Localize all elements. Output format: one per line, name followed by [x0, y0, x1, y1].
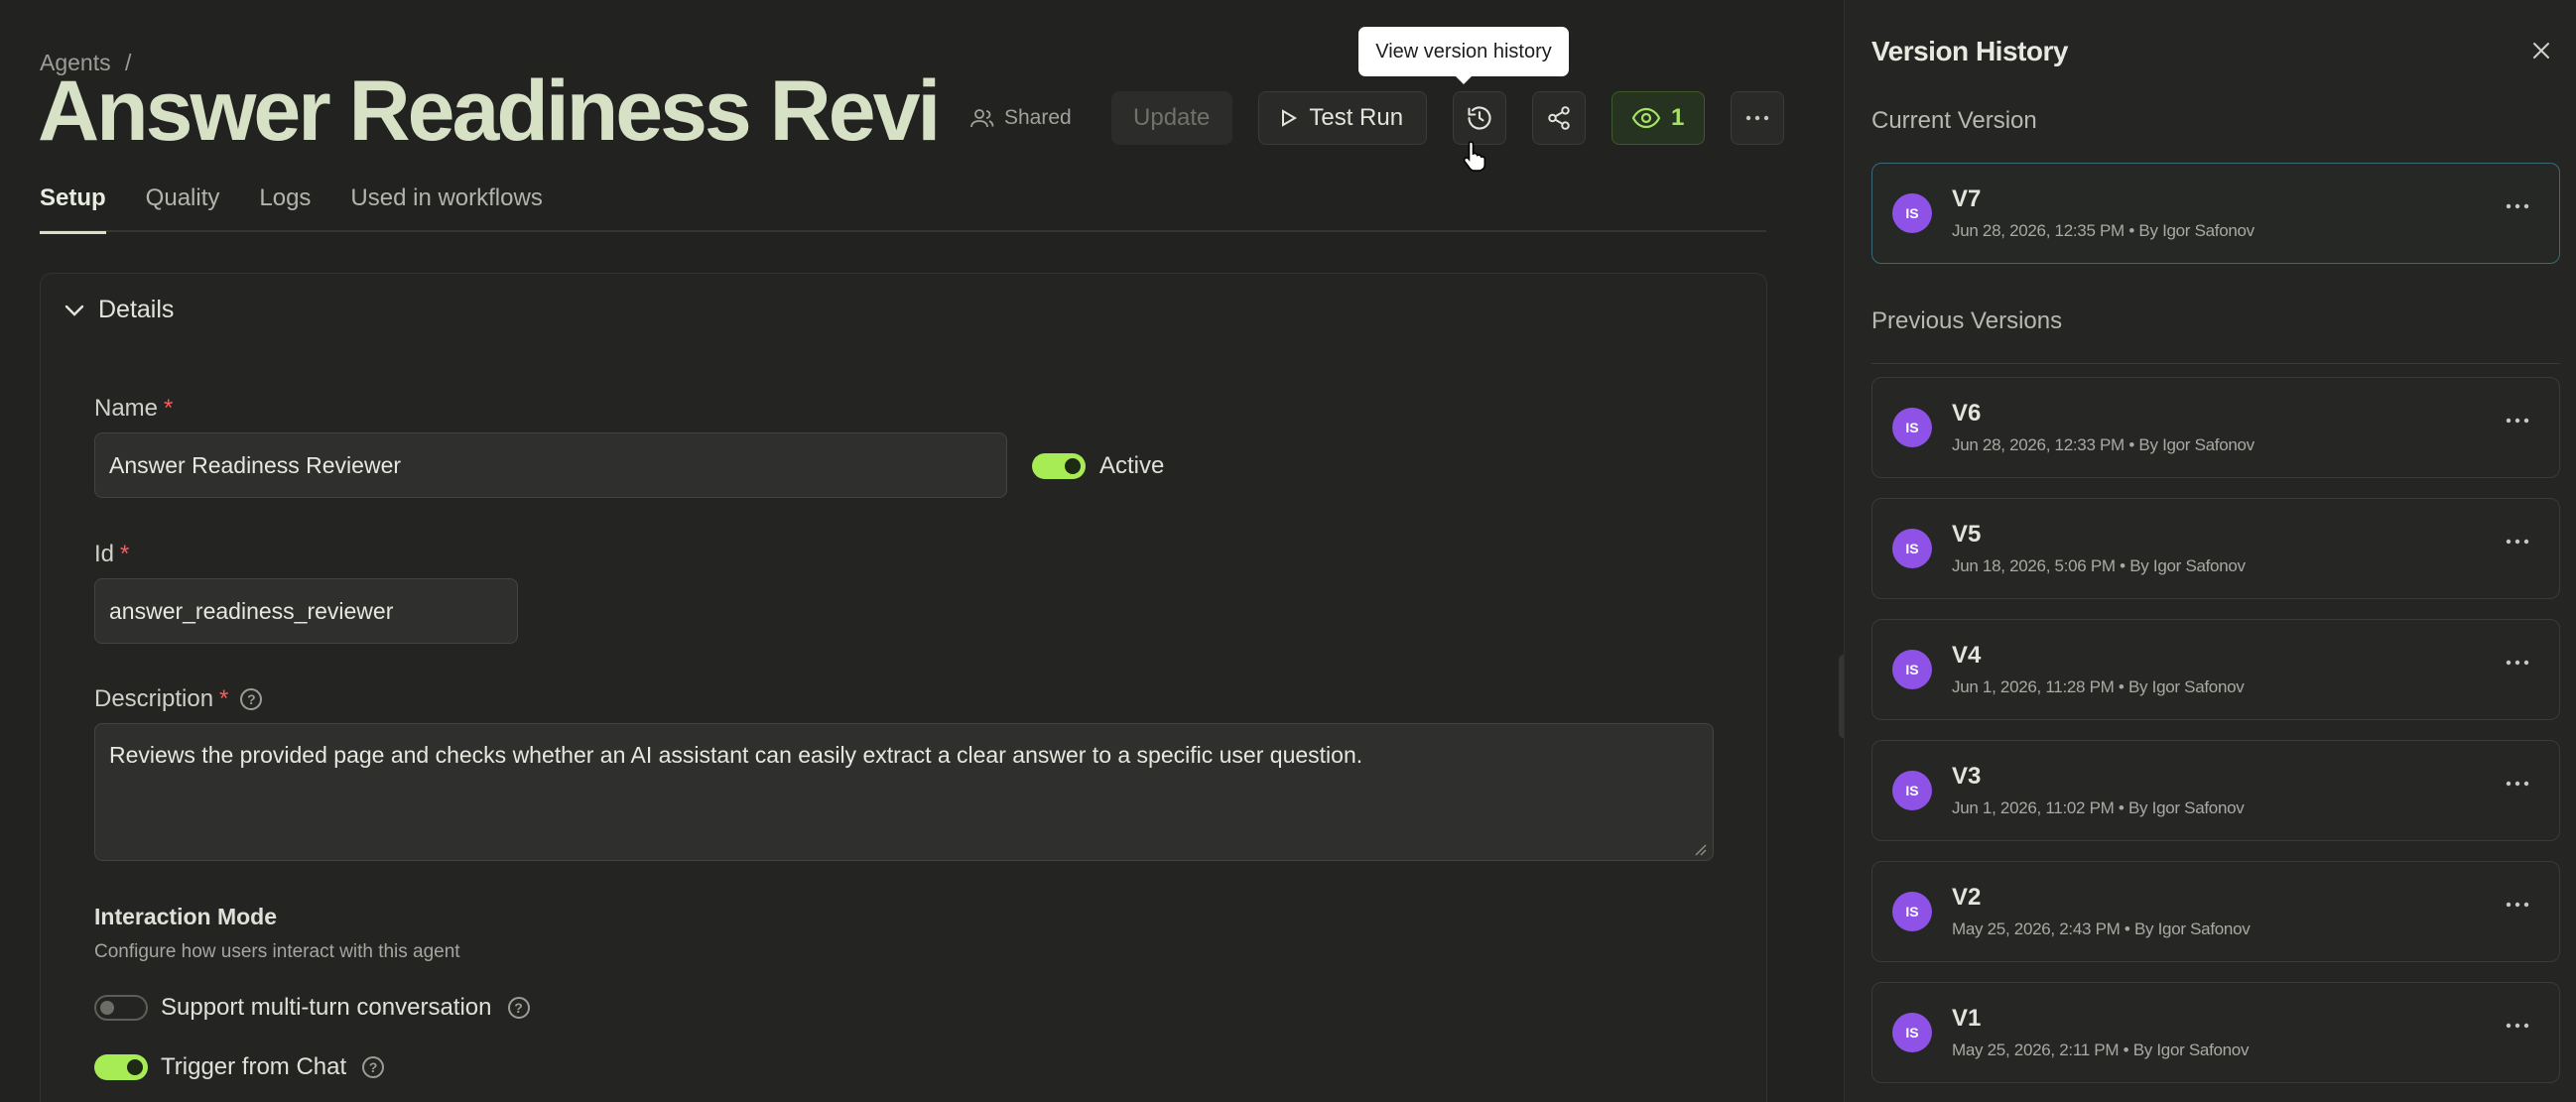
more-horizontal-icon[interactable] [2506, 660, 2529, 666]
description-help-icon[interactable]: ? [240, 688, 263, 710]
details-toggle[interactable]: Details [64, 296, 174, 324]
tab-bar: Setup Quality Logs Used in workflows [40, 169, 1766, 234]
avatar: IS [1892, 892, 1932, 931]
version-name: V5 [1952, 521, 1982, 548]
current-version-heading: Current Version [1871, 107, 2037, 134]
more-horizontal-icon[interactable] [2506, 781, 2529, 787]
tab-setup[interactable]: Setup [40, 169, 106, 234]
version-card[interactable]: IS V2 May 25, 2026, 2:43 PM • By Igor Sa… [1871, 861, 2560, 962]
version-name: V3 [1952, 763, 1982, 790]
avatar: IS [1892, 650, 1932, 689]
name-input[interactable]: Answer Readiness Reviewer [94, 432, 1007, 498]
description-label-text: Description [94, 685, 214, 712]
shared-label: Shared [1004, 106, 1072, 129]
version-meta: May 25, 2026, 2:11 PM • By Igor Safonov [1952, 1041, 2250, 1059]
id-label: Id * [94, 541, 129, 568]
multi-turn-toggle[interactable] [94, 995, 148, 1021]
name-label-text: Name [94, 395, 159, 422]
page-title: Answer Readiness Revi... [38, 63, 936, 159]
version-history-panel: Version History Current Version IS V7 Ju… [1844, 0, 2576, 1102]
main-area: Agents / Answer Readiness Revi... Shared… [0, 0, 1844, 1102]
header-toolbar: Shared Update Test Run 1 [970, 91, 1784, 145]
avatar: IS [1892, 193, 1932, 233]
tab-logs[interactable]: Logs [259, 169, 311, 232]
eye-icon [1631, 107, 1661, 129]
close-icon[interactable] [2531, 41, 2551, 61]
more-horizontal-icon [1745, 115, 1768, 121]
details-heading: Details [98, 296, 175, 323]
previous-versions-heading: Previous Versions [1871, 307, 2063, 334]
update-button[interactable]: Update [1110, 91, 1232, 145]
share-button[interactable] [1531, 91, 1586, 145]
users-icon [970, 109, 994, 128]
name-label: Name * [94, 395, 173, 423]
panel-title: Version History [1871, 36, 2068, 66]
version-meta: Jun 1, 2026, 11:28 PM • By Igor Safonov [1952, 677, 2245, 696]
version-card[interactable]: IS V4 Jun 1, 2026, 11:28 PM • By Igor Sa… [1871, 619, 2560, 720]
shared-indicator[interactable]: Shared [970, 106, 1072, 130]
version-name: V2 [1952, 884, 1982, 911]
active-toggle[interactable] [1032, 453, 1086, 479]
trigger-chat-row: Trigger from Chat ? [161, 1053, 385, 1081]
description-textarea[interactable]: Reviews the provided page and checks whe… [94, 723, 1714, 861]
version-name: V7 [1952, 185, 1982, 212]
active-label: Active [1099, 452, 1165, 479]
tab-used-in-workflows[interactable]: Used in workflows [350, 169, 542, 232]
version-meta: Jun 28, 2026, 12:33 PM • By Igor Safonov [1952, 435, 2254, 454]
interaction-mode-subtitle: Configure how users interact with this a… [94, 941, 460, 962]
version-history-tooltip: View version history [1358, 27, 1569, 84]
version-card-current[interactable]: IS V7 Jun 28, 2026, 12:35 PM • By Igor S… [1871, 163, 2560, 264]
description-text: Reviews the provided page and checks whe… [109, 742, 1363, 768]
required-mark: * [120, 541, 130, 567]
version-card[interactable]: IS V6 Jun 28, 2026, 12:33 PM • By Igor S… [1871, 377, 2560, 478]
multi-turn-label: Support multi-turn conversation [161, 994, 492, 1021]
avatar: IS [1892, 1013, 1932, 1052]
description-label: Description * ? [94, 685, 263, 713]
details-card: Details Name * Answer Readiness Reviewer … [40, 273, 1767, 1102]
version-history-button[interactable] [1452, 91, 1506, 145]
id-input[interactable]: answer_readiness_reviewer [94, 578, 518, 644]
avatar: IS [1892, 408, 1932, 447]
id-label-text: Id [94, 541, 115, 567]
required-mark: * [164, 395, 174, 422]
more-options-button[interactable] [1730, 91, 1784, 145]
tab-quality[interactable]: Quality [146, 169, 220, 232]
version-meta: May 25, 2026, 2:43 PM • By Igor Safonov [1952, 919, 2251, 938]
more-horizontal-icon[interactable] [2506, 1023, 2529, 1029]
version-meta: Jun 18, 2026, 5:06 PM • By Igor Safonov [1952, 556, 2246, 575]
resize-handle-icon[interactable] [1693, 842, 1707, 856]
version-meta: Jun 1, 2026, 11:02 PM • By Igor Safonov [1952, 798, 2245, 817]
more-horizontal-icon[interactable] [2506, 203, 2529, 209]
interaction-mode-title: Interaction Mode [94, 904, 278, 929]
viewers-count: 1 [1671, 104, 1685, 131]
version-card[interactable]: IS V5 Jun 18, 2026, 5:06 PM • By Igor Sa… [1871, 498, 2560, 599]
more-horizontal-icon[interactable] [2506, 418, 2529, 424]
version-card[interactable]: IS V3 Jun 1, 2026, 11:02 PM • By Igor Sa… [1871, 740, 2560, 841]
test-run-button[interactable]: Test Run [1257, 91, 1427, 145]
chevron-down-icon [64, 305, 84, 316]
avatar: IS [1892, 771, 1932, 810]
more-horizontal-icon[interactable] [2506, 539, 2529, 545]
section-divider [1871, 363, 2560, 364]
version-name: V1 [1952, 1005, 1982, 1032]
version-name: V4 [1952, 642, 1982, 669]
test-run-label: Test Run [1309, 104, 1404, 131]
viewers-button[interactable]: 1 [1610, 91, 1705, 145]
version-card[interactable]: IS V1 May 25, 2026, 2:11 PM • By Igor Sa… [1871, 982, 2560, 1083]
required-mark: * [219, 685, 229, 712]
version-meta: Jun 28, 2026, 12:35 PM • By Igor Safonov [1952, 221, 2254, 240]
trigger-chat-toggle[interactable] [94, 1054, 148, 1080]
share-icon [1547, 106, 1570, 130]
more-horizontal-icon[interactable] [2506, 902, 2529, 908]
version-name: V6 [1952, 400, 1982, 427]
avatar: IS [1892, 529, 1932, 568]
multi-turn-row: Support multi-turn conversation ? [161, 994, 530, 1022]
trigger-chat-label: Trigger from Chat [161, 1053, 347, 1080]
pointer-cursor-icon [1463, 141, 1486, 172]
history-icon [1468, 106, 1491, 130]
play-icon [1282, 109, 1298, 127]
multi-turn-help-icon[interactable]: ? [507, 997, 530, 1019]
trigger-chat-help-icon[interactable]: ? [362, 1056, 385, 1078]
